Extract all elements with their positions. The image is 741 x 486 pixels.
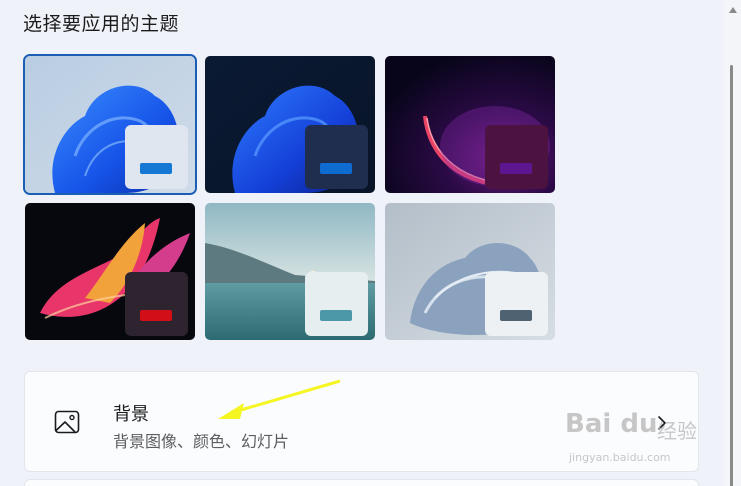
theme-tile-windows-dark[interactable]	[205, 56, 375, 193]
theme-tile-windows-light[interactable]	[23, 54, 197, 195]
theme-color-swatch	[305, 125, 368, 189]
theme-color-swatch	[305, 272, 368, 336]
section-title: 选择要应用的主题	[23, 13, 180, 35]
scroll-up-arrow-icon[interactable]	[729, 7, 737, 13]
watermark-brand: Bai du	[565, 409, 658, 439]
watermark-url: jingyan.baidu.com	[569, 451, 671, 464]
theme-tile-glow[interactable]	[385, 56, 555, 193]
card-title: 背景	[113, 404, 149, 425]
next-settings-card[interactable]	[24, 479, 699, 486]
theme-tile-flow[interactable]	[385, 203, 555, 340]
theme-color-swatch	[125, 272, 188, 336]
accent-color-bar	[140, 310, 172, 321]
theme-color-swatch	[125, 125, 188, 189]
theme-tile-captured-motion[interactable]	[25, 203, 195, 340]
card-subtitle: 背景图像、颜色、幻灯片	[113, 432, 290, 451]
watermark-label: 经验	[657, 419, 697, 443]
baidu-watermark: Bai du 经验 jingyan.baidu.com	[565, 405, 705, 471]
accent-color-bar	[500, 310, 532, 321]
theme-tile-sunrise[interactable]	[205, 203, 375, 340]
scroll-thumb[interactable]	[730, 65, 733, 486]
accent-color-bar	[140, 163, 172, 174]
theme-grid	[22, 53, 556, 341]
scrollbar[interactable]	[724, 0, 741, 486]
accent-color-bar	[320, 310, 352, 321]
theme-color-swatch	[485, 272, 548, 336]
accent-color-bar	[500, 163, 532, 174]
theme-color-swatch	[485, 125, 548, 189]
image-icon	[54, 410, 80, 434]
accent-color-bar	[320, 163, 352, 174]
